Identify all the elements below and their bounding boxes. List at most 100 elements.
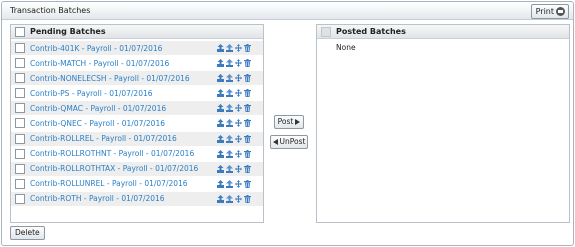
upload-icon[interactable] [226, 89, 233, 98]
upload-icon[interactable] [226, 44, 233, 52]
printer-icon [556, 7, 565, 16]
move-icon[interactable] [235, 119, 242, 128]
batch-link[interactable]: Contrib-QMAC - Payroll - 01/07/2016 [30, 104, 166, 113]
pending-batches-panel: Pending Batches Contrib-401K - Payroll -… [10, 24, 264, 223]
trash-icon[interactable] [244, 179, 251, 188]
trash-icon[interactable] [244, 44, 251, 52]
move-icon[interactable] [235, 74, 242, 83]
batch-checkbox[interactable] [15, 103, 25, 114]
batch-link[interactable]: Contrib-ROLLROTHNT - Payroll - 01/07/201… [30, 149, 194, 158]
trash-icon[interactable] [244, 89, 251, 98]
arrow-left-icon [272, 139, 278, 145]
export-icon[interactable] [217, 89, 224, 98]
batch-link[interactable]: Contrib-ROTH - Payroll - 01/07/2016 [30, 194, 165, 203]
upload-icon[interactable] [226, 194, 233, 203]
pending-batch-row: Contrib-PS - Payroll - 01/07/2016 [11, 86, 263, 100]
move-icon[interactable] [235, 59, 242, 68]
upload-icon[interactable] [226, 179, 233, 188]
batch-link[interactable]: Contrib-ROLLROTHTAX - Payroll - 01/07/20… [30, 164, 198, 173]
export-icon[interactable] [217, 104, 224, 113]
trash-icon[interactable] [244, 104, 251, 113]
row-actions [217, 194, 251, 203]
move-icon[interactable] [235, 134, 242, 143]
batch-checkbox[interactable] [15, 178, 25, 189]
upload-icon[interactable] [226, 119, 233, 128]
batch-link[interactable]: Contrib-ROLLREL - Payroll - 01/07/2016 [30, 134, 177, 143]
export-icon[interactable] [217, 134, 224, 143]
export-icon[interactable] [217, 179, 224, 188]
export-icon[interactable] [217, 119, 224, 128]
export-icon[interactable] [217, 74, 224, 83]
delete-button[interactable]: Delete [10, 226, 45, 240]
posted-batches-panel: Posted Batches None [316, 24, 570, 223]
move-icon[interactable] [235, 89, 242, 98]
batch-link[interactable]: Contrib-401K - Payroll - 01/07/2016 [30, 44, 162, 53]
pending-batches-header: Pending Batches [11, 25, 263, 39]
row-actions [217, 89, 251, 98]
export-icon[interactable] [217, 44, 224, 52]
arrow-right-icon [295, 119, 301, 125]
batch-checkbox[interactable] [15, 58, 25, 69]
unpost-button[interactable]: UnPost [270, 135, 308, 149]
batch-checkbox[interactable] [15, 163, 25, 174]
export-icon[interactable] [217, 164, 224, 173]
transaction-batches-window: Transaction Batches Print Pending Batche… [1, 1, 574, 246]
posted-empty-text: None [336, 43, 356, 52]
pending-batches-title: Pending Batches [30, 27, 106, 36]
pending-batch-row: Contrib-ROLLUNREL - Payroll - 01/07/2016 [11, 177, 263, 191]
move-icon[interactable] [235, 179, 242, 188]
trash-icon[interactable] [244, 149, 251, 158]
upload-icon[interactable] [226, 74, 233, 83]
pending-batches-list: Contrib-401K - Payroll - 01/07/2016 Contr… [11, 41, 263, 207]
batch-checkbox[interactable] [15, 193, 25, 204]
export-icon[interactable] [217, 149, 224, 158]
select-all-posted-checkbox[interactable] [321, 26, 331, 37]
batch-checkbox[interactable] [15, 88, 25, 99]
move-icon[interactable] [235, 194, 242, 203]
row-actions [217, 119, 251, 128]
posted-batches-header: Posted Batches [317, 25, 569, 39]
upload-icon[interactable] [226, 134, 233, 143]
row-actions [217, 74, 251, 83]
batch-checkbox[interactable] [15, 118, 25, 129]
row-actions [217, 134, 251, 143]
batch-checkbox[interactable] [15, 148, 25, 159]
batch-checkbox[interactable] [15, 133, 25, 144]
print-button[interactable]: Print [530, 4, 569, 19]
trash-icon[interactable] [244, 74, 251, 83]
batch-checkbox[interactable] [15, 43, 25, 53]
trash-icon[interactable] [244, 119, 251, 128]
posted-batches-title: Posted Batches [336, 27, 406, 36]
trash-icon[interactable] [244, 194, 251, 203]
batch-link[interactable]: Contrib-MATCH - Payroll - 01/07/2016 [30, 59, 169, 68]
trash-icon[interactable] [244, 134, 251, 143]
trash-icon[interactable] [244, 164, 251, 173]
select-all-pending-checkbox[interactable] [15, 26, 25, 37]
pending-batch-row: Contrib-ROTH - Payroll - 01/07/2016 [11, 191, 263, 206]
row-actions [217, 44, 251, 52]
row-actions [217, 179, 251, 188]
move-icon[interactable] [235, 44, 242, 52]
pending-batch-row: Contrib-QMAC - Payroll - 01/07/2016 [11, 101, 263, 116]
row-actions [217, 104, 251, 113]
upload-icon[interactable] [226, 104, 233, 113]
batch-link[interactable]: Contrib-PS - Payroll - 01/07/2016 [30, 89, 153, 98]
upload-icon[interactable] [226, 164, 233, 173]
batch-checkbox[interactable] [15, 73, 25, 84]
post-button[interactable]: Post [274, 115, 304, 129]
batch-link[interactable]: Contrib-QNEC - Payroll - 01/07/2016 [30, 119, 165, 128]
window-title: Transaction Batches [10, 6, 91, 15]
move-icon[interactable] [235, 149, 242, 158]
pending-batch-row: Contrib-NONELECSH - Payroll - 01/07/2016 [11, 71, 263, 86]
trash-icon[interactable] [244, 59, 251, 68]
batch-link[interactable]: Contrib-NONELECSH - Payroll - 01/07/2016 [30, 74, 190, 83]
upload-icon[interactable] [226, 149, 233, 158]
move-icon[interactable] [235, 164, 242, 173]
upload-icon[interactable] [226, 59, 233, 68]
pending-batch-row: Contrib-ROLLREL - Payroll - 01/07/2016 [11, 131, 263, 146]
pending-batch-row: Contrib-ROLLROTHNT - Payroll - 01/07/201… [11, 147, 263, 161]
batch-link[interactable]: Contrib-ROLLUNREL - Payroll - 01/07/2016 [30, 179, 188, 188]
move-icon[interactable] [235, 104, 242, 113]
export-icon[interactable] [217, 59, 224, 68]
export-icon[interactable] [217, 194, 224, 203]
